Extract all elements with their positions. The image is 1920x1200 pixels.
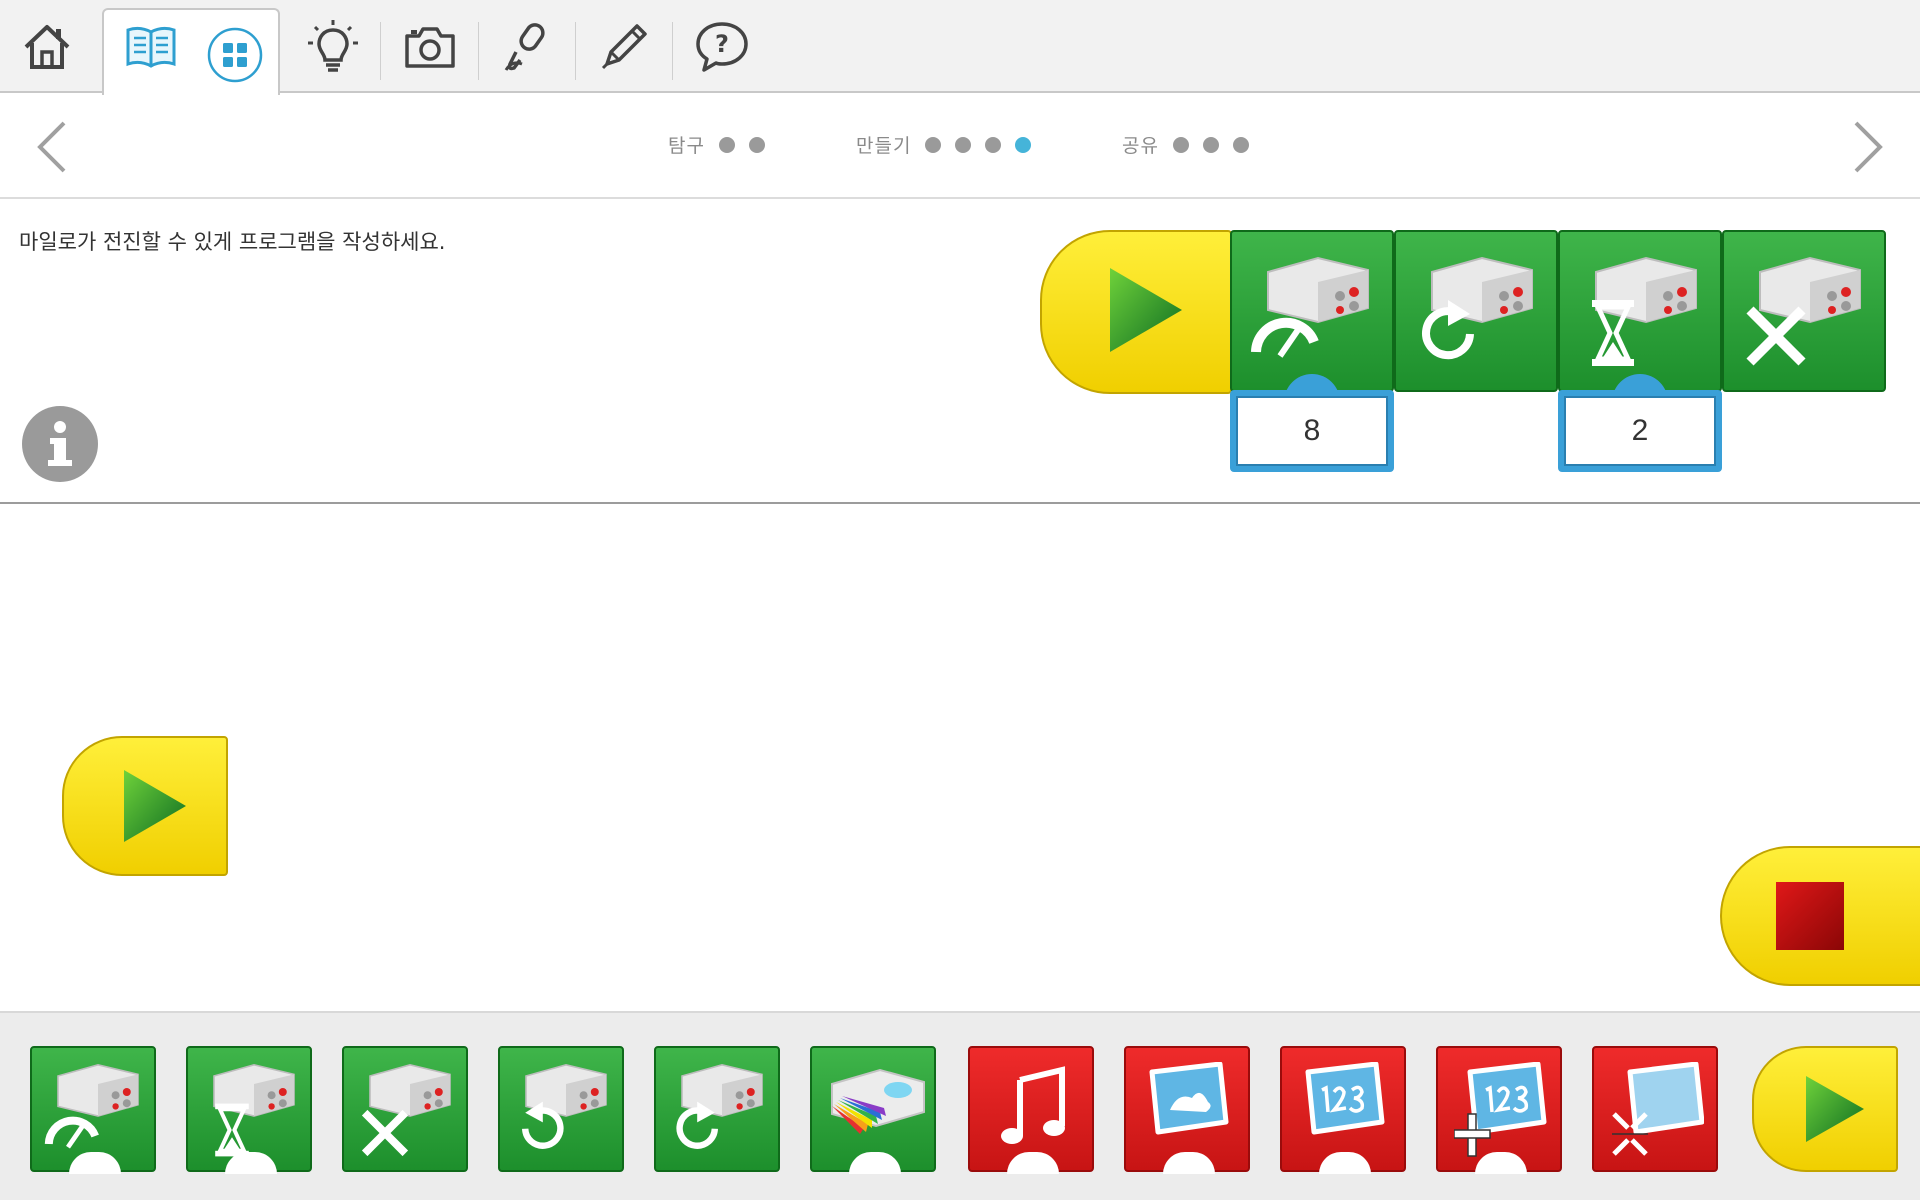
stage-label: 공유 [1122,135,1159,157]
clockwise-arrow-icon [676,1101,718,1149]
step-dot[interactable] [1202,136,1219,153]
programming-canvas[interactable] [0,506,1920,1011]
stage-create[interactable]: 만들기 [856,131,1032,158]
palette-display-background-block[interactable] [1124,1046,1250,1174]
palette-display-number-block[interactable] [1280,1046,1406,1174]
palette-motor-counterclockwise-block[interactable] [498,1046,624,1172]
motor-off-block [1722,230,1886,392]
stage-dots [925,136,1032,153]
power-parameter[interactable]: 8 [1230,390,1394,472]
camera-icon [405,27,455,68]
info-icon [48,421,72,466]
stop-icon [1776,882,1844,950]
home-icon [24,25,70,69]
stage-dots [718,136,765,153]
display-add-icon [1454,1062,1547,1157]
lightbulb-icon [308,20,358,72]
microphone-icon [504,23,545,71]
time-parameter[interactable]: 2 [1558,390,1722,472]
step-dot[interactable] [1172,136,1189,153]
step-dot[interactable] [925,136,942,153]
x-icon [1746,306,1806,366]
play-icon [1806,1076,1864,1142]
hourglass-icon [215,1103,249,1157]
step-dot[interactable] [955,136,972,153]
step-dot[interactable] [1232,136,1249,153]
chevron-right-icon [1854,121,1883,173]
step-dot[interactable] [748,136,765,153]
display-image-icon [1149,1062,1229,1135]
help-icon: ? [696,22,748,72]
palette-motor-clockwise-block[interactable] [654,1046,780,1172]
grid-icon [207,27,263,83]
speedometer-icon [1251,317,1319,358]
hourglass-icon [1592,300,1634,366]
instruction-panel: 마일로가 전진할 수 있게 프로그램을 작성하세요. 8 2 [0,200,1920,504]
record-button[interactable] [492,14,562,80]
counterclockwise-arrow-icon [522,1101,564,1149]
toolbar-separator [380,22,381,80]
book-icon [126,26,176,68]
param-connector [1163,1152,1215,1174]
param-connector [1319,1152,1371,1174]
play-icon [1110,268,1182,352]
toolbar-separator [575,22,576,80]
info-button[interactable] [22,406,98,482]
step-dot[interactable] [718,136,735,153]
display-shrink-icon [1612,1062,1704,1156]
toolbar-separator [478,22,479,80]
pencil-icon [601,24,647,70]
step-dot[interactable] [985,136,1002,153]
speedometer-icon [44,1116,99,1149]
step-navigation: 탐구 만들기 공유 [0,95,1920,199]
next-page-button[interactable] [1838,117,1898,177]
canvas-start-block[interactable] [62,736,228,876]
param-connector [849,1152,901,1174]
home-button[interactable] [12,14,82,80]
svg-text:?: ? [715,30,729,58]
stop-all-button[interactable] [1720,846,1920,986]
step-dot-current[interactable] [1015,136,1032,153]
stage-dots [1172,136,1249,153]
motor-on-for-block [1558,230,1722,392]
display-number-icon [1305,1062,1385,1135]
ideas-button[interactable] [298,14,368,80]
start-block [1040,230,1232,394]
document-button[interactable] [589,14,659,80]
palette-motor-on-for-block[interactable] [186,1046,312,1174]
stage-explore[interactable]: 탐구 [668,131,765,158]
palette-play-sound-block[interactable] [968,1046,1094,1174]
block-palette [0,1011,1920,1200]
motor-direction-block [1394,230,1558,392]
instruction-text: 마일로가 전진할 수 있게 프로그램을 작성하세요. [19,230,446,254]
time-value[interactable]: 2 [1564,396,1716,466]
power-value[interactable]: 8 [1236,396,1388,466]
book-button[interactable] [116,14,186,80]
motor-power-block [1230,230,1394,392]
help-button[interactable]: ? [687,14,757,80]
stage-label: 만들기 [856,135,912,157]
param-connector [69,1152,121,1174]
music-note-icon [1001,1066,1065,1144]
app-root: ? 탐구 만들기 공유 마일로가 전진할 수 있게 프로그램을 작성하세요. 8… [0,0,1920,1200]
stage-label: 탐구 [668,135,705,157]
palette-motor-off-block[interactable] [342,1046,468,1172]
previous-page-button[interactable] [22,117,82,177]
palette-motor-power-block[interactable] [30,1046,156,1174]
top-toolbar: ? [0,0,1920,95]
palette-add-to-display-block[interactable] [1436,1046,1562,1174]
toolbar-separator [672,22,673,80]
chevron-left-icon [37,121,66,173]
smarthub-light-icon [831,1068,925,1134]
palette-shrink-display-block[interactable] [1592,1046,1718,1172]
camera-button[interactable] [395,14,465,80]
palette-light-color-block[interactable] [810,1046,936,1174]
clockwise-arrow-icon [1422,300,1474,360]
x-icon [361,1109,409,1157]
block-library-button[interactable] [200,22,270,88]
play-icon [124,770,186,842]
stage-share[interactable]: 공유 [1122,131,1249,158]
palette-start-block[interactable] [1752,1046,1898,1172]
param-connector [1007,1152,1059,1174]
